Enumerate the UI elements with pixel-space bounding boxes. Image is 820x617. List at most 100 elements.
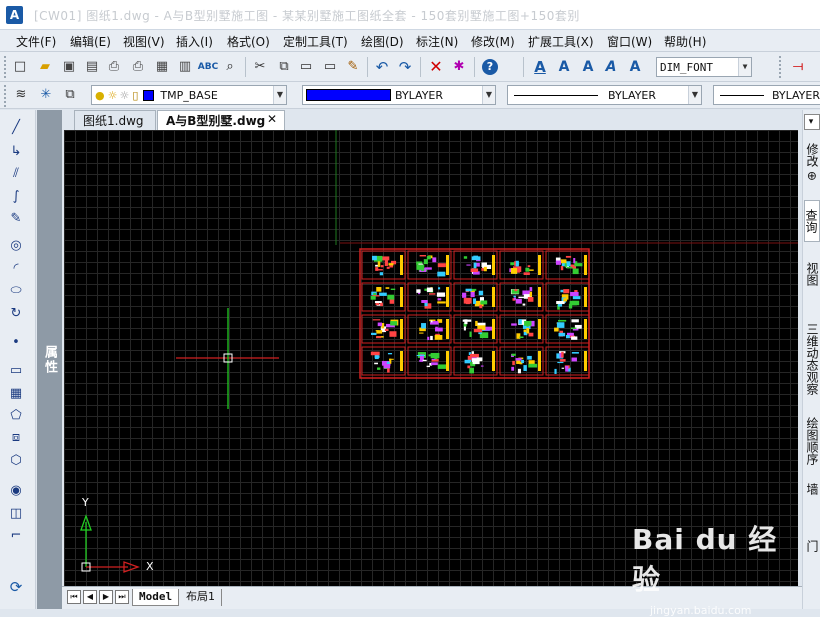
menu-modify[interactable]: 修改(M) — [471, 33, 515, 50]
close-icon[interactable]: ✕ — [267, 112, 277, 126]
palette-tab-modify[interactable]: 修改 ⊕ — [804, 138, 820, 186]
boundary-icon[interactable]: ⬡ — [8, 453, 24, 469]
circle-icon[interactable]: ◎ — [8, 238, 24, 254]
tab-layout1[interactable]: 布局1 — [180, 589, 222, 606]
regen-icon[interactable]: ⟳ — [8, 579, 24, 595]
next-tab-button[interactable]: ▶ — [99, 590, 113, 604]
linetype-select[interactable]: BYLAYER ▼ — [507, 85, 702, 105]
multiline-text-icon[interactable]: A — [580, 59, 596, 75]
palette-tab-draw-order[interactable]: 绘图顺序 — [804, 410, 820, 472]
palette-tab-3d-orbit[interactable]: 三维动态观察 — [804, 316, 820, 402]
toolbar-grip[interactable] — [779, 56, 782, 78]
menu-extend-tools[interactable]: 扩展工具(X) — [528, 33, 594, 50]
palette-tab-wall[interactable]: 墙 — [804, 478, 820, 500]
properties-toolbar: ≋ ✳ ⧉ ● ☼ ☼ ▯ TMP_BASE ▼ BYLAYER ▼ BYLAY… — [0, 82, 820, 109]
layer-manager-icon[interactable]: ≋ — [13, 87, 29, 103]
drawing-sheet-thumbnail — [407, 282, 452, 312]
revision-cloud-icon[interactable]: ↻ — [8, 306, 24, 322]
single-line-text-icon[interactable]: A — [556, 59, 572, 75]
text-style-select[interactable]: DIM_FONT ▼ — [656, 57, 752, 77]
chevron-down-icon[interactable]: ▼ — [482, 86, 495, 104]
donut-icon[interactable]: ◉ — [8, 483, 24, 499]
text-scale-icon[interactable]: A — [627, 59, 643, 75]
find-icon[interactable]: ⌕ — [222, 59, 238, 75]
print-preview-icon[interactable]: ⎙ — [106, 59, 122, 75]
undo-icon[interactable]: ↶ — [374, 59, 390, 75]
edit-text-icon[interactable]: A — [603, 59, 619, 75]
first-tab-button[interactable]: ⏮ — [67, 590, 81, 604]
palette-close-button[interactable]: ▾ — [804, 114, 820, 130]
chevron-down-icon[interactable]: ▼ — [688, 86, 701, 104]
menu-window[interactable]: 窗口(W) — [607, 33, 652, 50]
publish-icon[interactable]: ▦ — [154, 59, 170, 75]
drawing-sheets-group — [359, 248, 590, 379]
menu-dimension[interactable]: 标注(N) — [416, 33, 458, 50]
paste-special-icon[interactable]: ▭ — [322, 59, 338, 75]
polygon-icon[interactable]: ⬠ — [8, 408, 24, 424]
print-icon[interactable]: ⎙ — [130, 59, 146, 75]
redo-icon[interactable]: ↷ — [397, 59, 413, 75]
point-icon[interactable]: • — [8, 335, 24, 351]
last-tab-button[interactable]: ⏭ — [115, 590, 129, 604]
dimension-linear-icon[interactable]: ⟞ — [790, 59, 806, 75]
match-properties-icon[interactable]: ✎ — [345, 59, 361, 75]
multiline-icon[interactable]: ⫽ — [8, 166, 24, 182]
toolbar-grip[interactable] — [4, 56, 7, 78]
menu-custom-tools[interactable]: 定制工具(T) — [283, 33, 348, 50]
help-icon[interactable]: ? — [482, 59, 498, 75]
menu-format[interactable]: 格式(O) — [227, 33, 270, 50]
purge-icon[interactable]: ✱ — [451, 59, 467, 75]
fillet-icon[interactable]: ⌐ — [8, 528, 24, 544]
lineweight-select[interactable]: BYLAYER — [713, 85, 820, 105]
new-file-icon[interactable]: □ — [12, 59, 28, 75]
ellipse-icon[interactable]: ⬭ — [8, 283, 24, 299]
linetype-preview — [514, 94, 598, 96]
toolbar-grip[interactable] — [4, 85, 7, 107]
chevron-down-icon[interactable]: ▼ — [738, 58, 751, 76]
wipeout-icon[interactable]: ◫ — [8, 506, 24, 522]
tab-villa-a-b[interactable]: A与B型别墅.dwg ✕ — [157, 110, 285, 130]
line-icon[interactable]: ╱ — [8, 120, 24, 136]
tab-model[interactable]: Model — [132, 589, 180, 606]
spline-icon[interactable]: ∫ — [8, 189, 24, 205]
save-all-icon[interactable]: ▤ — [84, 59, 100, 75]
save-icon[interactable]: ▣ — [61, 59, 77, 75]
menu-file[interactable]: 文件(F) — [16, 33, 56, 50]
menu-view[interactable]: 视图(V) — [123, 33, 165, 50]
spell-check-icon[interactable]: ABC — [198, 59, 218, 75]
palette-tab-view[interactable]: 视图 — [804, 256, 820, 292]
region-icon[interactable]: ⧈ — [8, 430, 24, 446]
color-label: BYLAYER — [395, 88, 444, 102]
menu-draw[interactable]: 绘图(D) — [361, 33, 404, 50]
delete-icon[interactable]: ✕ — [428, 59, 444, 75]
open-folder-icon[interactable]: ▰ — [37, 59, 53, 75]
layer-state-icon[interactable]: ⧉ — [62, 87, 78, 103]
drawing-sheet-thumbnail — [453, 250, 498, 280]
text-style-icon[interactable]: A — [532, 59, 548, 75]
prev-tab-button[interactable]: ◀ — [83, 590, 97, 604]
menu-bar: 文件(F) 编辑(E) 视图(V) 插入(I) 格式(O) 定制工具(T) 绘图… — [0, 30, 820, 52]
drawing-sheet-thumbnail — [361, 282, 406, 312]
layer-previous-icon[interactable]: ✳ — [38, 87, 54, 103]
drawing-sheet-thumbnail — [499, 282, 544, 312]
tab-drawing1[interactable]: 图纸1.dwg — [74, 110, 156, 130]
color-select[interactable]: BYLAYER ▼ — [302, 85, 496, 105]
cut-icon[interactable]: ✂ — [252, 59, 268, 75]
chevron-down-icon[interactable]: ▼ — [273, 86, 286, 104]
hatch-icon[interactable]: ▦ — [8, 386, 24, 402]
plot-icon[interactable]: ▥ — [177, 59, 193, 75]
sketch-icon[interactable]: ✎ — [8, 211, 24, 227]
layer-select[interactable]: ● ☼ ☼ ▯ TMP_BASE ▼ — [91, 85, 287, 105]
rectangle-icon[interactable]: ▭ — [8, 363, 24, 379]
menu-edit[interactable]: 编辑(E) — [70, 33, 111, 50]
paste-icon[interactable]: ▭ — [298, 59, 314, 75]
copy-icon[interactable]: ⧉ — [276, 59, 292, 75]
palette-tab-inquiry[interactable]: 查询 — [804, 200, 820, 242]
arc-icon[interactable]: ◜ — [8, 261, 24, 277]
properties-panel[interactable]: 属性 — [37, 110, 62, 609]
menu-insert[interactable]: 插入(I) — [176, 33, 213, 50]
drawing-sheet-thumbnail — [361, 314, 406, 344]
menu-help[interactable]: 帮助(H) — [664, 33, 706, 50]
palette-tab-door[interactable]: 门 — [804, 535, 820, 557]
polyline-icon[interactable]: ↳ — [8, 144, 24, 160]
